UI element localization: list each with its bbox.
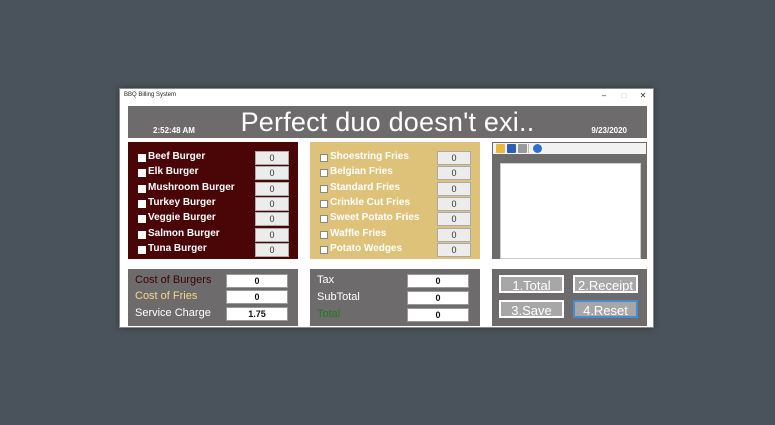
totals-panel: Tax 0 SubTotal 0 Total 0: [310, 269, 480, 326]
checkbox[interactable]: [138, 231, 146, 239]
receipt-toolbar: [493, 143, 646, 154]
checkbox[interactable]: [138, 169, 146, 177]
service-charge-field[interactable]: 1.75: [226, 307, 288, 321]
fries-qty-input[interactable]: 0: [437, 243, 471, 257]
total-label: Total: [317, 308, 341, 320]
window-title: BBQ Billing System: [124, 92, 177, 98]
maximize-button[interactable]: □: [615, 90, 633, 102]
checkbox[interactable]: [138, 185, 146, 193]
fries-qty-input[interactable]: 0: [437, 166, 471, 180]
total-button[interactable]: 1.Total: [499, 275, 564, 293]
receipt-button[interactable]: 2.Receipt: [573, 275, 638, 293]
checkbox[interactable]: [138, 215, 146, 223]
save-icon[interactable]: [507, 144, 516, 153]
fries-qty-input[interactable]: 0: [437, 228, 471, 242]
checkbox[interactable]: [320, 154, 328, 162]
toolbar-separator: [528, 144, 529, 153]
checkbox[interactable]: [320, 169, 328, 177]
checkbox[interactable]: [138, 246, 146, 254]
receipt-textarea[interactable]: [500, 163, 641, 259]
fries-qty-input[interactable]: 0: [437, 197, 471, 211]
burger-qty-input[interactable]: 0: [255, 197, 289, 211]
current-date: 9/23/2020: [591, 126, 627, 135]
print-icon[interactable]: [518, 144, 527, 153]
subtotal-field[interactable]: 0: [407, 291, 469, 305]
title-bar[interactable]: BBQ Billing System – □ ✕: [120, 89, 653, 103]
burger-qty-input[interactable]: 0: [255, 182, 289, 196]
checkbox[interactable]: [320, 246, 328, 254]
checkbox[interactable]: [138, 200, 146, 208]
buttons-panel: 1.Total 2.Receipt 3.Save 4.Reset: [492, 269, 647, 326]
open-folder-icon[interactable]: [496, 144, 505, 153]
app-window: BBQ Billing System – □ ✕ Perfect duo doe…: [119, 88, 654, 328]
burger-qty-input[interactable]: 0: [255, 228, 289, 242]
fries-qty-input[interactable]: 0: [437, 212, 471, 226]
checkbox[interactable]: [320, 185, 328, 193]
fries-panel: Shoestring Fries 0 Belgian Fries 0 Stand…: [310, 142, 480, 259]
cost-of-fries-field[interactable]: 0: [226, 290, 288, 304]
reset-button[interactable]: 4.Reset: [573, 300, 638, 318]
checkbox[interactable]: [320, 200, 328, 208]
burger-qty-input[interactable]: 0: [255, 243, 289, 257]
cost-of-fries-label: Cost of Fries: [135, 290, 198, 302]
burgers-panel: Beef Burger 0 Elk Burger 0 Mushroom Burg…: [128, 142, 298, 259]
save-button[interactable]: 3.Save: [499, 300, 564, 318]
fries-qty-input[interactable]: 0: [437, 151, 471, 165]
checkbox[interactable]: [138, 154, 146, 162]
tax-field[interactable]: 0: [407, 274, 469, 288]
subtotal-label: SubTotal: [317, 291, 360, 303]
help-icon[interactable]: [533, 144, 542, 153]
fries-qty-input[interactable]: 0: [437, 182, 471, 196]
burger-qty-input[interactable]: 0: [255, 151, 289, 165]
checkbox[interactable]: [320, 215, 328, 223]
cost-of-burgers-label: Cost of Burgers: [135, 274, 212, 286]
receipt-panel: [492, 142, 647, 259]
service-charge-label: Service Charge: [135, 307, 211, 319]
tax-label: Tax: [317, 274, 335, 286]
clock-time: 2:52:48 AM: [153, 126, 195, 135]
checkbox[interactable]: [320, 231, 328, 239]
headline: Perfect duo doesn't exi..: [240, 107, 535, 137]
close-button[interactable]: ✕: [634, 90, 652, 102]
burger-qty-input[interactable]: 0: [255, 212, 289, 226]
burger-qty-input[interactable]: 0: [255, 166, 289, 180]
header-banner: Perfect duo doesn't exi.. 2:52:48 AM 9/2…: [128, 106, 647, 138]
minimize-button[interactable]: –: [595, 90, 613, 102]
costs-panel: Cost of Burgers 0 Cost of Fries 0 Servic…: [128, 269, 298, 326]
total-field[interactable]: 0: [407, 308, 469, 322]
cost-of-burgers-field[interactable]: 0: [226, 274, 288, 288]
